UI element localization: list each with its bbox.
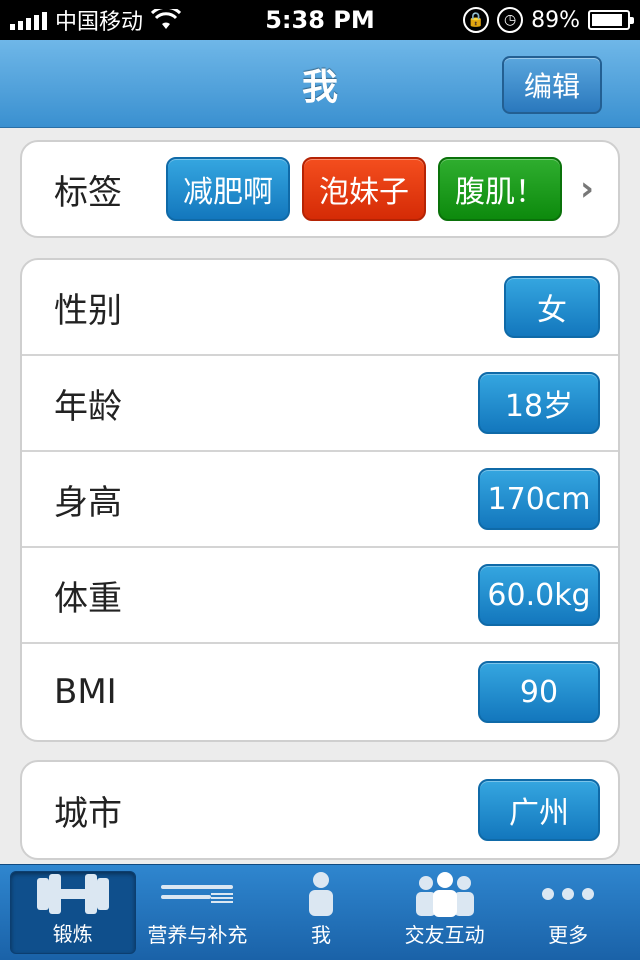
battery-level [592, 14, 623, 26]
age-label: 年龄 [54, 386, 122, 427]
city-row: 城市 广州 [22, 762, 618, 858]
wifi-icon [151, 9, 182, 29]
height-label: 身高 [54, 482, 122, 523]
city-value-button[interactable]: 广州 [478, 779, 600, 841]
battery-percent: 89% [531, 7, 580, 33]
tags-label: 标签 [54, 172, 122, 213]
knife-fork-icon [159, 871, 235, 917]
page-title: 我 [301, 66, 338, 108]
dumbbell-icon [35, 872, 111, 916]
profile-row-height: 身高 170cm [22, 452, 618, 548]
tag-chip[interactable]: 腹肌！ [438, 157, 562, 221]
group-icon [414, 871, 476, 917]
tab-bar: 锻炼 营养与补充 我 交友互动 更多 [0, 864, 640, 960]
tab-label: 锻炼 [52, 922, 93, 946]
weight-label: 体重 [54, 578, 122, 619]
gender-label: 性别 [54, 290, 122, 331]
tab-social[interactable]: 交友互动 [383, 871, 507, 954]
bmi-value-button[interactable]: 90 [478, 661, 600, 723]
weight-value-button[interactable]: 60.0kg [478, 564, 600, 626]
profile-group: 性别 女 年龄 18岁 身高 170cm 体重 60.0kg BMI 90 [20, 258, 620, 742]
profile-row-bmi: BMI 90 [22, 644, 618, 740]
tab-nutrition[interactable]: 营养与补充 [136, 871, 260, 954]
tab-workout[interactable]: 锻炼 [10, 871, 136, 954]
tab-more[interactable]: 更多 [506, 871, 630, 954]
tags-group: 标签 减肥啊 泡妹子 腹肌！ › [20, 140, 620, 238]
bmi-label: BMI [54, 672, 117, 712]
profile-row-age: 年龄 18岁 [22, 356, 618, 452]
tab-me[interactable]: 我 [259, 871, 383, 954]
carrier-label: 中国移动 [55, 10, 144, 35]
profile-row-gender: 性别 女 [22, 260, 618, 356]
gender-value-button[interactable]: 女 [504, 276, 600, 338]
rotation-lock-icon: 🔒 [463, 7, 490, 33]
chevron-right-icon[interactable]: › [580, 169, 594, 209]
tag-chip[interactable]: 泡妹子 [302, 157, 426, 221]
more-dots-icon [540, 871, 596, 917]
tags-row[interactable]: 标签 减肥啊 泡妹子 腹肌！ › [22, 142, 618, 236]
height-value-button[interactable]: 170cm [478, 468, 600, 530]
battery-icon [588, 10, 634, 30]
status-bar: 中国移动 5:38 PM 🔒 ◷ 89% [0, 0, 640, 40]
age-value-button[interactable]: 18岁 [478, 372, 600, 434]
profile-row-weight: 体重 60.0kg [22, 548, 618, 644]
city-label: 城市 [54, 793, 122, 834]
navigation-bar: 我 编辑 [0, 40, 640, 128]
edit-button[interactable]: 编辑 [502, 56, 602, 114]
person-icon [306, 871, 336, 917]
tab-label: 我 [310, 923, 331, 947]
tab-label: 营养与补充 [147, 923, 248, 947]
tab-label: 交友互动 [404, 923, 485, 947]
alarm-icon: ◷ [497, 7, 524, 33]
tag-chip[interactable]: 减肥啊 [166, 157, 290, 221]
tab-label: 更多 [548, 923, 589, 947]
signal-icon [10, 10, 47, 30]
location-group: 城市 广州 [20, 760, 620, 860]
